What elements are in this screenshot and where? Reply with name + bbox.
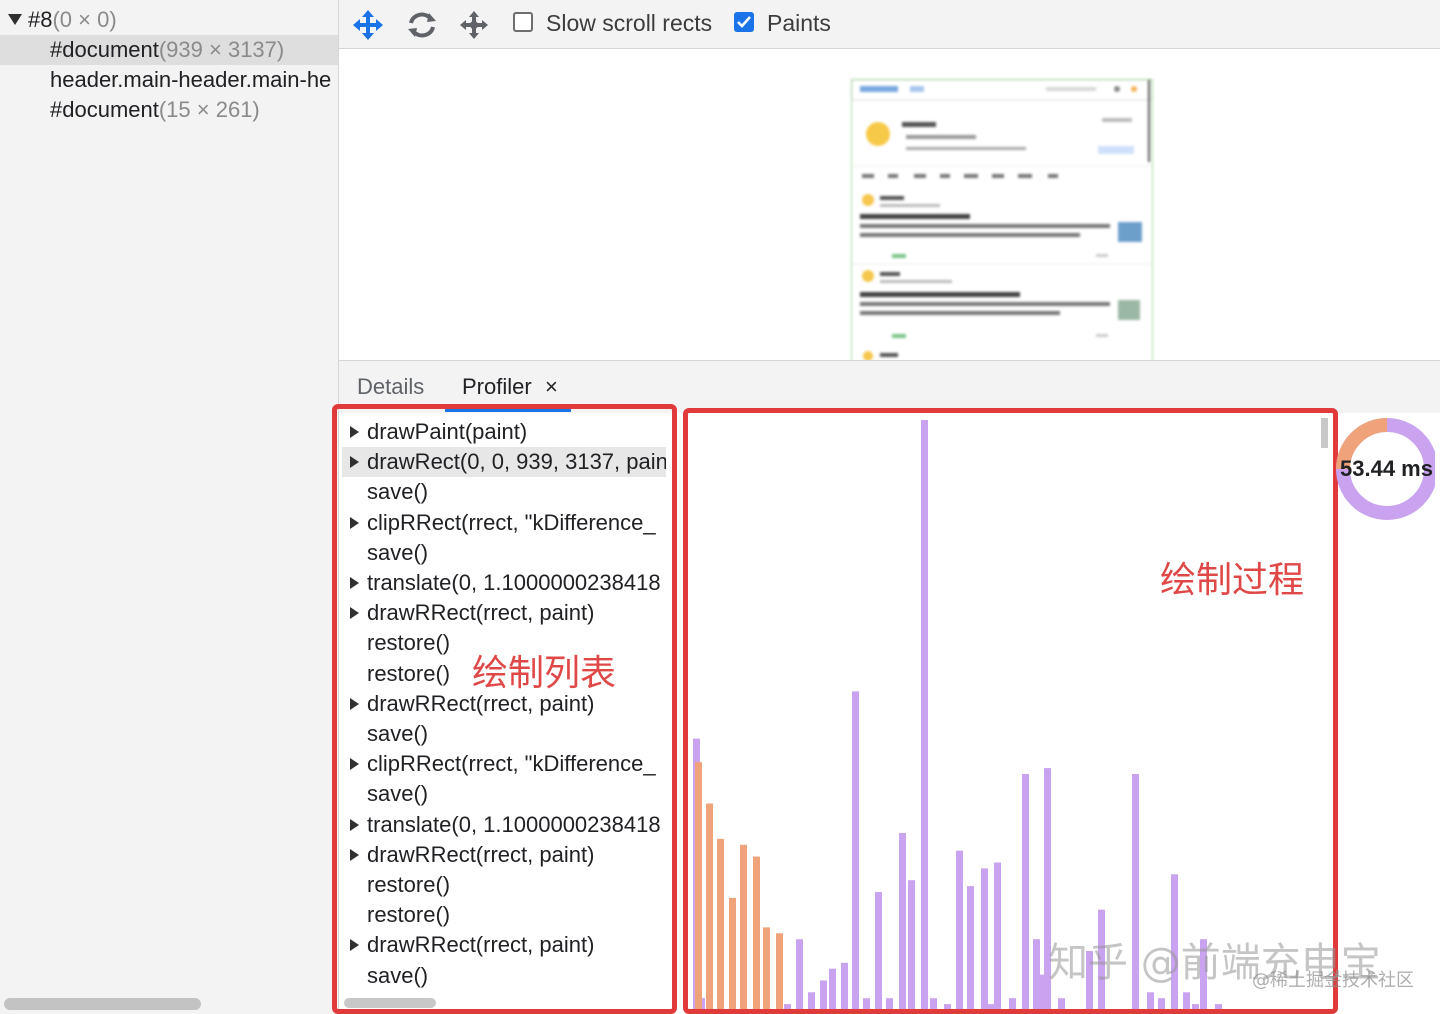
total-paint-time: 53.44 ms (1340, 456, 1433, 481)
layer-preview-canvas[interactable] (339, 49, 1440, 361)
layer-dimensions: (939 × 3137) (158, 37, 285, 62)
layer-tree-item[interactable]: header.main-header.main-he (0, 65, 338, 95)
layer-tree-item[interactable]: #document(939 × 3137) (0, 35, 338, 65)
layer-tree-item[interactable]: #document(15 × 261) (0, 95, 338, 125)
layer-dimensions: (0 × 0) (52, 7, 117, 32)
layers-toolbar: Slow scroll rects Paints (339, 0, 1440, 49)
layer-dimensions: (15 × 261) (158, 97, 260, 122)
paint-process-annotation-box (683, 408, 1338, 1014)
paint-list-annotation-box (332, 404, 677, 1014)
paints-checkbox[interactable] (734, 12, 754, 32)
reset-transform-icon[interactable] (457, 8, 491, 42)
rotate-icon[interactable] (405, 8, 439, 42)
checkmark-icon (737, 16, 751, 28)
slow-scroll-rects-checkbox[interactable] (513, 12, 533, 32)
page-thumbnail (851, 79, 1153, 360)
tab-details[interactable]: Details (357, 374, 424, 400)
move-arrows-icon[interactable] (351, 8, 385, 42)
layer-tree-root[interactable]: #8(0 × 0) (0, 5, 338, 35)
layer-name: #document (50, 37, 159, 62)
layer-tree-panel: #8(0 × 0) #document(939 × 3137) header.m… (0, 0, 339, 1014)
paint-list-annotation-label: 绘制列表 (472, 653, 617, 694)
paint-process-annotation-label: 绘制过程 (1160, 560, 1305, 601)
horizontal-scrollbar[interactable] (4, 998, 201, 1010)
tab-profiler[interactable]: Profiler (462, 374, 532, 400)
layer-name: header.main-header.main-he (50, 67, 332, 92)
paints-label[interactable]: Paints (767, 10, 831, 37)
slow-scroll-rects-label[interactable]: Slow scroll rects (546, 10, 712, 37)
close-tab-icon[interactable]: × (545, 374, 558, 400)
layer-name: #8 (28, 7, 53, 32)
layer-name: #document (50, 97, 159, 122)
watermark-subtext: @稀土掘金技术社区 (1252, 970, 1414, 991)
collapse-caret-icon[interactable] (8, 14, 22, 25)
